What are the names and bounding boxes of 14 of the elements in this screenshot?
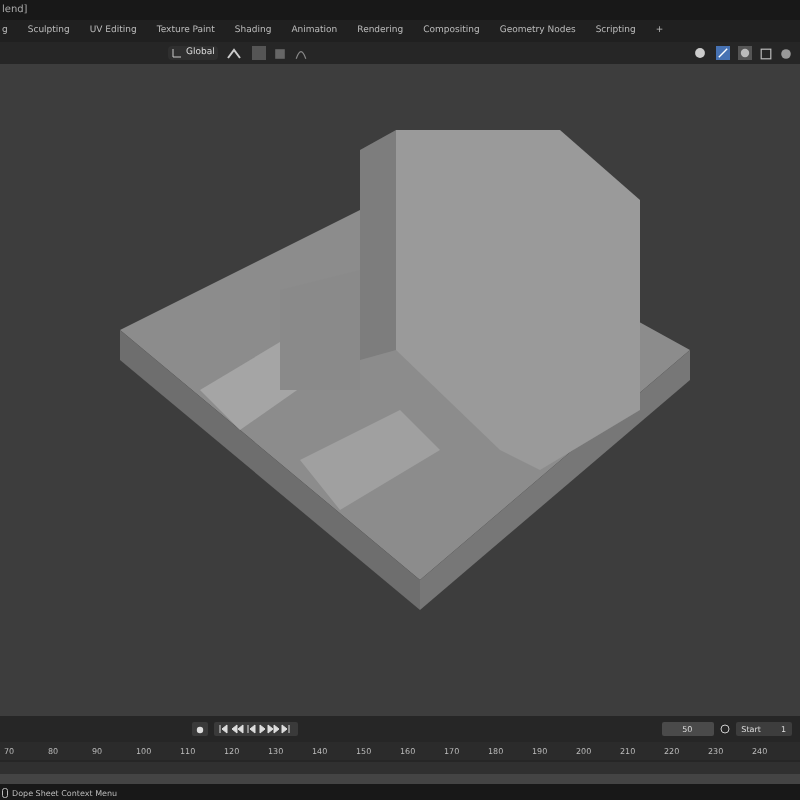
xray-icon[interactable] bbox=[738, 46, 752, 60]
playback-controls[interactable] bbox=[214, 722, 298, 736]
falloff-icon[interactable] bbox=[294, 47, 309, 59]
snap-icon[interactable] bbox=[226, 47, 245, 59]
snapping-toggle-icon[interactable] bbox=[252, 46, 267, 60]
stopwatch-icon[interactable] bbox=[719, 724, 730, 734]
wireframe-shading-icon[interactable] bbox=[760, 47, 772, 59]
overlay-icon[interactable] bbox=[716, 46, 730, 60]
proportional-edit-icon[interactable] bbox=[274, 47, 287, 59]
axes-icon bbox=[172, 48, 182, 58]
solid-shading-icon[interactable] bbox=[780, 47, 792, 59]
mouse-icon bbox=[2, 787, 8, 797]
keying-button[interactable] bbox=[192, 722, 208, 736]
timeline-scrollbar[interactable] bbox=[0, 774, 800, 784]
